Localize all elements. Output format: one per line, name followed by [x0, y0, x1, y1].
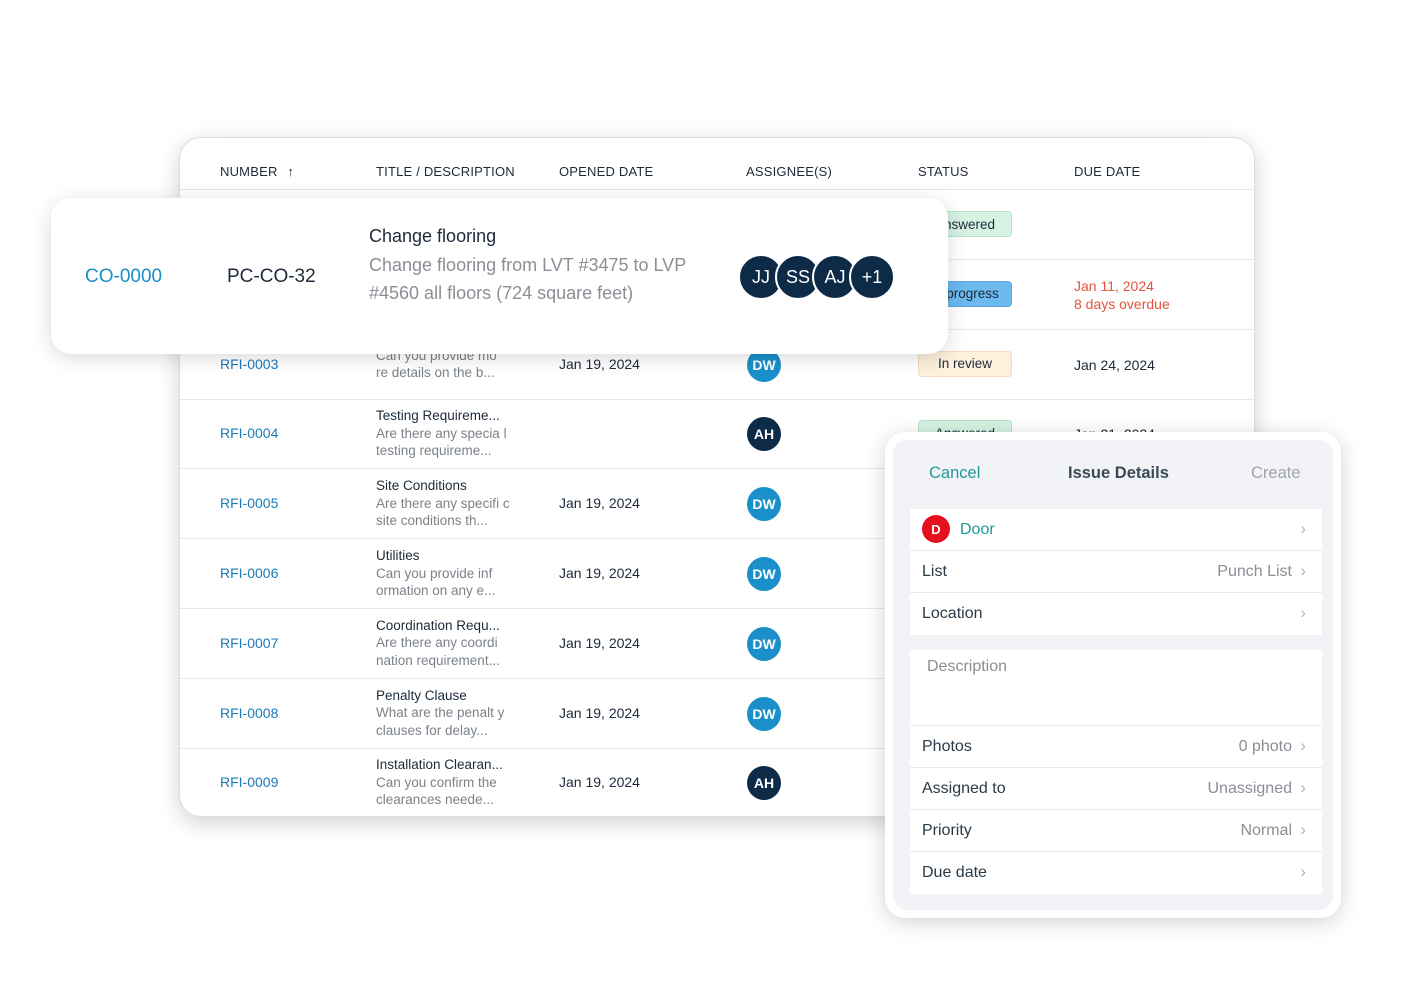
opened-date: Jan 19, 2024: [559, 355, 640, 372]
avatar: DW: [747, 626, 781, 661]
avatar: DW: [747, 487, 781, 522]
rfi-description: Are there any specifi c site conditions …: [376, 495, 510, 529]
change-order-ref: PC-CO-32: [227, 266, 316, 287]
change-order-description: Change flooring from LVT #3475 to LVP #4…: [369, 254, 686, 304]
rfi-number-link[interactable]: RFI-0009: [220, 774, 278, 790]
photos-value: 0 photo: [1238, 738, 1292, 755]
due-date: Jan 24, 2024: [1074, 356, 1155, 373]
header-opened[interactable]: OPENED DATE: [559, 164, 653, 179]
create-button[interactable]: Create: [1251, 464, 1301, 483]
arrow-up-icon: ↑: [287, 164, 295, 179]
rfi-title: Site Conditions: [376, 478, 467, 494]
panel-title: Issue Details: [1068, 464, 1169, 482]
photos-row[interactable]: Photos 0 photo ›: [910, 726, 1322, 768]
header-status[interactable]: STATUS: [918, 164, 969, 179]
opened-date: Jan 19, 2024: [559, 634, 640, 651]
header-assignees[interactable]: ASSIGNEE(S): [746, 164, 832, 179]
opened-date: Jan 19, 2024: [559, 774, 640, 791]
assigned-row[interactable]: Assigned to Unassigned ›: [910, 768, 1322, 810]
rfi-title: Penalty Clause: [376, 687, 467, 703]
avatar-more: +1: [849, 254, 895, 300]
description-input[interactable]: Description: [910, 650, 1322, 726]
chevron-right-icon: ›: [1300, 778, 1306, 797]
cancel-button[interactable]: Cancel: [929, 464, 980, 483]
due-date-label: Due date: [922, 864, 987, 881]
rfi-number-link[interactable]: RFI-0003: [220, 356, 278, 372]
header-number[interactable]: NUMBER ↑: [220, 164, 294, 179]
due-date: Jan 11, 2024: [1074, 277, 1154, 294]
header-title[interactable]: TITLE / DESCRIPTION: [376, 164, 515, 179]
location-row[interactable]: Location ›: [910, 593, 1322, 635]
avatar: AH: [747, 417, 781, 452]
status-badge: In review: [918, 350, 1012, 377]
issue-fields-group: D Door › List Punch List › Location ›: [910, 509, 1322, 635]
rfi-description: Can you provide inf ormation on any e...: [376, 565, 496, 599]
issue-details-group: Description Photos 0 photo › Assigned to Un…: [910, 650, 1322, 894]
rfi-description: Are there any coordi nation requirement.…: [376, 635, 500, 668]
opened-date: Jan 19, 2024: [559, 704, 640, 721]
avatar: DW: [747, 557, 781, 591]
list-label: List: [922, 563, 947, 580]
table-header: NUMBER ↑ TITLE / DESCRIPTION OPENED DATE…: [180, 138, 1254, 190]
change-order-title: Change flooring: [369, 226, 497, 246]
chevron-right-icon: ›: [1300, 820, 1306, 839]
priority-row[interactable]: Priority Normal ›: [910, 810, 1322, 852]
rfi-title: Testing Requireme...: [376, 408, 500, 424]
rfi-description: What are the penalt y clauses for delay.…: [376, 705, 505, 738]
change-order-card[interactable]: CO-0000 PC-CO-32 Change flooring Change f…: [51, 198, 948, 354]
chevron-right-icon: ›: [1300, 862, 1306, 881]
rfi-number-link[interactable]: RFI-0004: [220, 425, 278, 441]
rfi-number-link[interactable]: RFI-0005: [220, 495, 278, 511]
priority-label: Priority: [922, 822, 972, 839]
assigned-label: Assigned to: [922, 780, 1006, 797]
type-row[interactable]: D Door ›: [910, 509, 1322, 551]
list-row[interactable]: List Punch List ›: [910, 551, 1322, 593]
type-badge: D: [922, 515, 950, 543]
chevron-right-icon: ›: [1300, 561, 1306, 580]
change-order-number[interactable]: CO-0000: [85, 266, 162, 288]
list-value: Punch List: [1217, 563, 1292, 580]
overdue-text: 8 days overdue: [1074, 295, 1170, 312]
photos-label: Photos: [922, 738, 972, 755]
rfi-number-link[interactable]: RFI-0008: [220, 705, 278, 721]
rfi-number-link[interactable]: RFI-0007: [220, 635, 278, 651]
avatar: DW: [747, 696, 781, 731]
due-date-row[interactable]: Due date ›: [910, 852, 1322, 894]
type-value: Door: [960, 521, 995, 538]
rfi-number-link[interactable]: RFI-0006: [220, 565, 278, 581]
rfi-description: Are there any specia l testing requireme…: [376, 425, 507, 459]
location-label: Location: [922, 605, 983, 622]
priority-value: Normal: [1240, 822, 1292, 839]
avatar: AH: [747, 766, 781, 801]
opened-date: Jan 19, 2024: [559, 565, 640, 581]
rfi-title: Coordination Requ...: [376, 617, 500, 633]
rfi-title: Utilities: [376, 548, 420, 563]
chevron-right-icon: ›: [1300, 519, 1306, 538]
header-due[interactable]: DUE DATE: [1074, 164, 1140, 179]
chevron-right-icon: ›: [1300, 603, 1306, 622]
rfi-title: Installation Clearan...: [376, 757, 503, 773]
chevron-right-icon: ›: [1300, 736, 1306, 755]
assigned-value: Unassigned: [1207, 780, 1293, 797]
rfi-description: Can you confirm the clearances neede...: [376, 774, 497, 808]
opened-date: Jan 19, 2024: [559, 495, 640, 512]
assignee-avatars[interactable]: JJ SS AJ +1: [738, 254, 895, 300]
description-placeholder: Description: [927, 658, 1008, 675]
issue-details-panel: Cancel Issue Details Create D Door › List P…: [885, 432, 1341, 918]
